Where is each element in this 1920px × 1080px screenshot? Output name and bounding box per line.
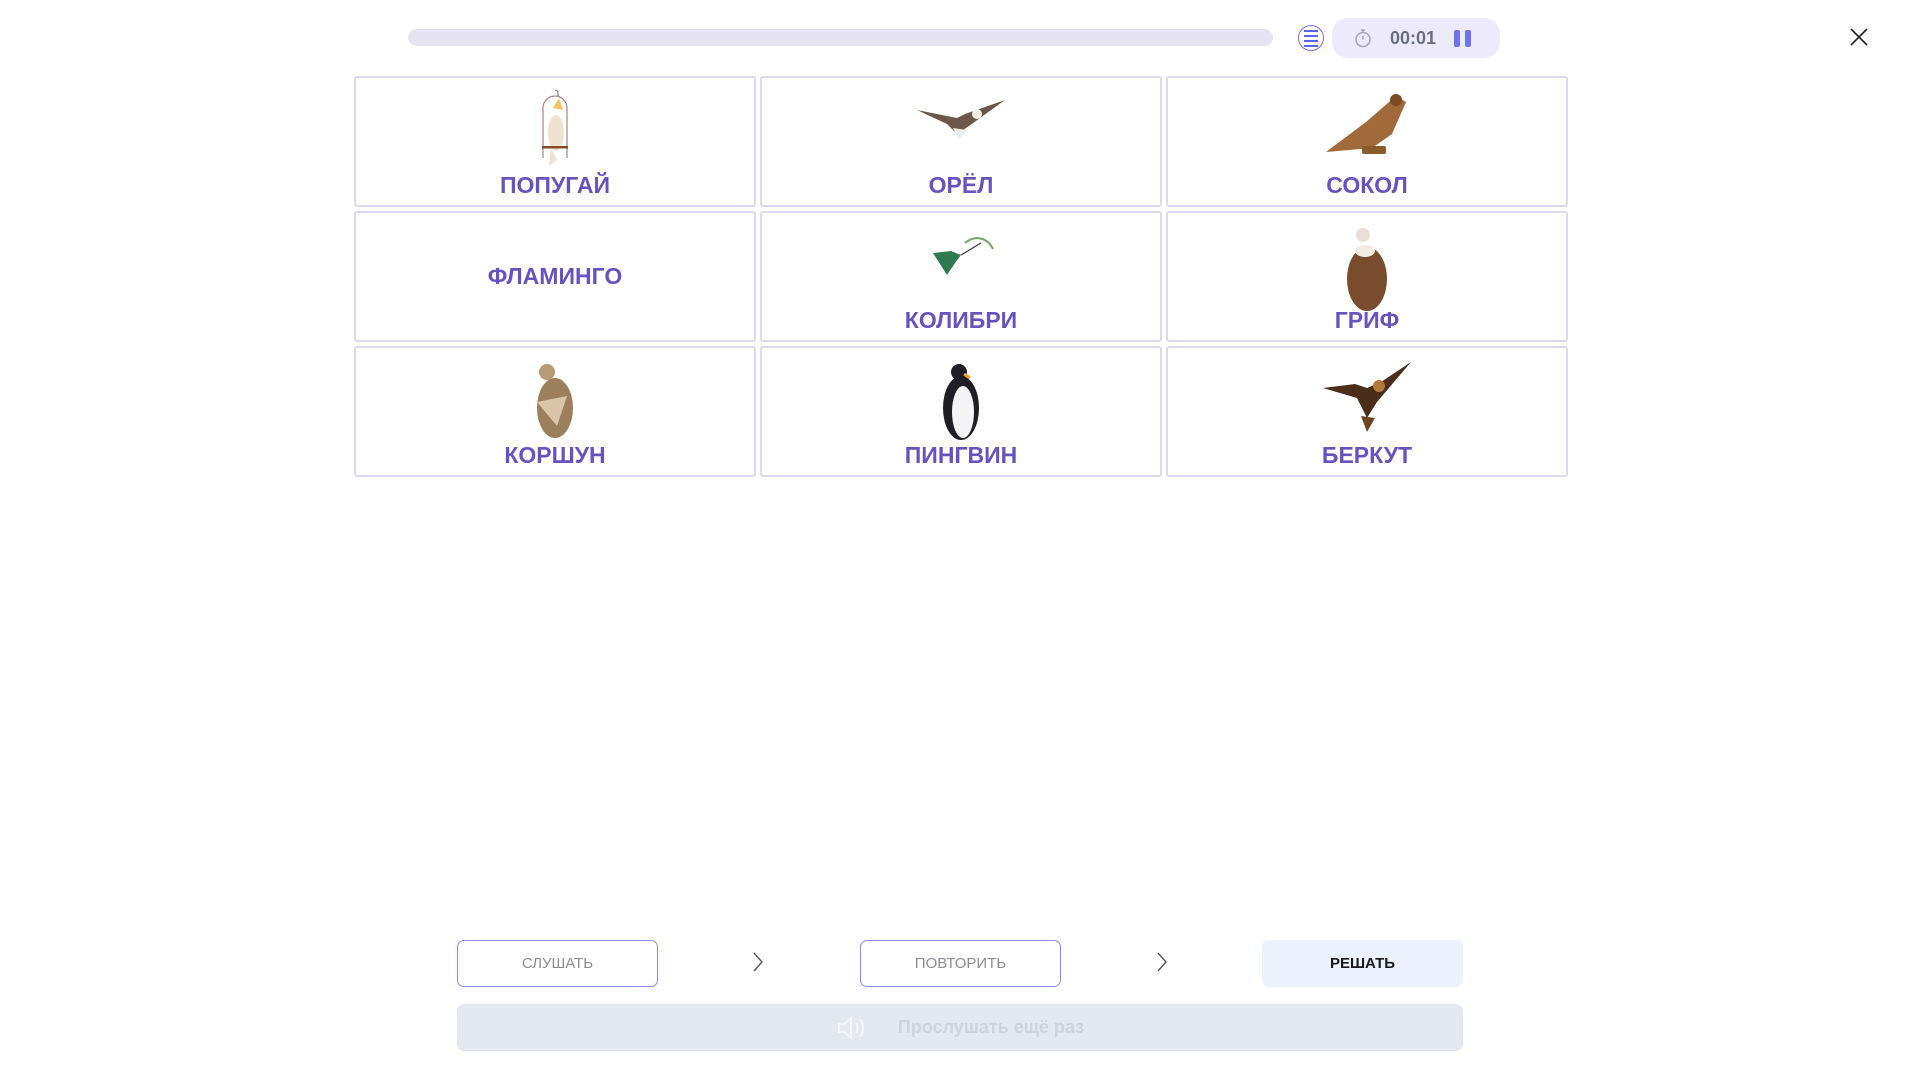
card-golden-eagle[interactable]: БЕРКУТ	[1166, 346, 1568, 477]
penguin-image	[943, 364, 979, 440]
timer-pill: 00:01	[1332, 18, 1500, 58]
golden-eagle-image	[1323, 362, 1411, 432]
progress-bar	[408, 29, 1273, 46]
card-vulture[interactable]: ГРИФ	[1166, 211, 1568, 342]
card-label: КОЛИБРИ	[904, 307, 1018, 333]
card-parrot[interactable]: ПОПУГАЙ	[354, 76, 756, 207]
replay-label: Прослушать ещё раз	[897, 1017, 1085, 1037]
card-label: КОРШУН	[504, 442, 606, 468]
vulture-image	[1347, 228, 1387, 311]
eagle-image	[917, 100, 1005, 140]
card-label: ПИНГВИН	[904, 442, 1018, 468]
card-kite[interactable]: КОРШУН	[354, 346, 756, 477]
replay-button[interactable]: Прослушать ещё раз	[457, 1004, 1463, 1051]
solve-step-button[interactable]: РЕШАТЬ	[1262, 940, 1463, 987]
listen-step-button[interactable]: СЛУШАТЬ	[457, 940, 658, 987]
card-label: СОКОЛ	[1326, 172, 1408, 198]
timer-value: 00:01	[1390, 27, 1437, 48]
card-label: ФЛАМИНГО	[487, 263, 623, 289]
card-flamingo[interactable]: ФЛАМИНГО	[354, 211, 756, 342]
card-label: ПОПУГАЙ	[500, 172, 610, 198]
repeat-step-button[interactable]: ПОВТОРИТЬ	[860, 940, 1061, 987]
stopwatch-icon	[1355, 29, 1371, 48]
kite-image	[537, 364, 573, 438]
card-falcon[interactable]: СОКОЛ	[1166, 76, 1568, 207]
answer-grid: ПОПУГАЙ ОРЁЛ СОКОЛ ФЛАМИНГО КОЛИБРИ ГРИФ…	[354, 76, 1568, 477]
falcon-image	[1326, 94, 1406, 154]
card-eagle[interactable]: ОРЁЛ	[760, 76, 1162, 207]
close-icon[interactable]	[1849, 27, 1869, 47]
parrot-image	[542, 89, 568, 166]
card-penguin[interactable]: ПИНГВИН	[760, 346, 1162, 477]
chevron-right-icon	[1157, 952, 1167, 972]
chevron-right-icon	[753, 952, 763, 972]
card-label: БЕРКУТ	[1321, 442, 1413, 468]
menu-icon[interactable]	[1298, 25, 1324, 51]
hummingbird-image	[933, 237, 994, 275]
card-label: ОРЁЛ	[928, 172, 994, 198]
speaker-icon	[837, 1015, 864, 1040]
card-hummingbird[interactable]: КОЛИБРИ	[760, 211, 1162, 342]
pause-button[interactable]	[1454, 29, 1472, 47]
